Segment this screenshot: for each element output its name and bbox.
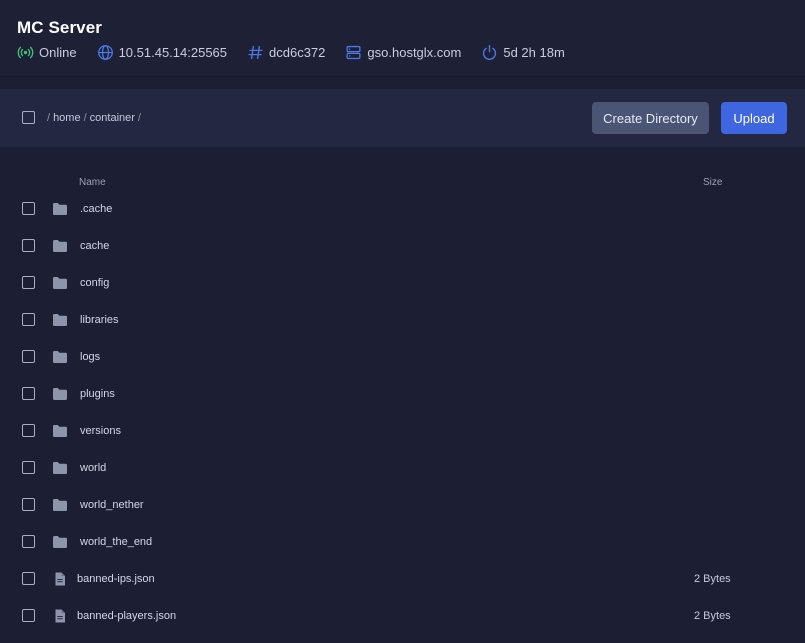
- item-name[interactable]: versions: [80, 425, 121, 437]
- globe-icon: [97, 44, 113, 60]
- row-checkbox[interactable]: [22, 424, 35, 437]
- breadcrumb-separator: /: [47, 112, 51, 124]
- server-stats: Online 10.51.45.14:25565 dcd6c372 gso.ho…: [17, 42, 585, 62]
- host-text: gso.hostglx.com: [367, 44, 462, 60]
- item-name[interactable]: plugins: [80, 388, 115, 400]
- row-checkbox[interactable]: [22, 609, 35, 622]
- folder-row[interactable]: config: [0, 264, 805, 301]
- broadcast-icon: [17, 46, 34, 58]
- folder-row[interactable]: versions: [0, 412, 805, 449]
- file-list-header: Name Size: [0, 176, 805, 190]
- status-text: Online: [39, 44, 77, 60]
- file-manager-page: MC Server Online 10.51.45.14:25565 dcd6c…: [0, 0, 805, 643]
- breadcrumb: / home / container /: [47, 112, 144, 124]
- folder-icon: [52, 313, 68, 327]
- id-text: dcd6c372: [269, 44, 326, 60]
- status-stat: Online: [17, 44, 77, 61]
- row-checkbox[interactable]: [22, 387, 35, 400]
- item-name[interactable]: world_nether: [80, 499, 144, 511]
- folder-row[interactable]: world_nether: [0, 486, 805, 523]
- address-stat: 10.51.45.14:25565: [97, 44, 227, 61]
- breadcrumb-container[interactable]: container: [90, 112, 135, 124]
- row-checkbox[interactable]: [22, 498, 35, 511]
- file-icon: [52, 572, 68, 586]
- uptime-text: 5d 2h 18m: [503, 44, 565, 60]
- id-stat: dcd6c372: [247, 44, 325, 61]
- item-name[interactable]: .cache: [80, 203, 112, 215]
- folder-row[interactable]: world_the_end: [0, 523, 805, 560]
- folder-icon: [52, 387, 68, 401]
- server-title: MC Server: [17, 18, 102, 37]
- server-icon: [346, 45, 361, 59]
- item-name[interactable]: banned-ips.json: [77, 573, 155, 585]
- row-checkbox[interactable]: [22, 313, 35, 326]
- row-checkbox[interactable]: [22, 350, 35, 363]
- column-name: Name: [79, 177, 106, 188]
- folder-icon: [52, 239, 68, 253]
- folder-icon: [52, 498, 68, 512]
- item-name[interactable]: world_the_end: [80, 536, 152, 548]
- column-size: Size: [703, 177, 723, 188]
- folder-icon: [52, 461, 68, 475]
- breadcrumb-home[interactable]: home: [53, 112, 81, 124]
- item-name[interactable]: world: [80, 462, 106, 474]
- item-name[interactable]: banned-players.json: [77, 610, 176, 622]
- create-directory-button[interactable]: Create Directory: [592, 102, 709, 134]
- file-icon: [52, 609, 68, 623]
- item-size: 2 Bytes: [694, 610, 731, 622]
- item-name[interactable]: config: [80, 277, 109, 289]
- folder-row[interactable]: .cache: [0, 190, 805, 227]
- file-row[interactable]: banned-ips.json 2 Bytes: [0, 560, 805, 597]
- item-name[interactable]: cache: [80, 240, 109, 252]
- breadcrumb-separator: /: [83, 112, 87, 124]
- folder-row[interactable]: plugins: [0, 375, 805, 412]
- item-name[interactable]: logs: [80, 351, 100, 363]
- file-row[interactable]: banned-players.json 2 Bytes: [0, 597, 805, 634]
- folder-row[interactable]: world: [0, 449, 805, 486]
- folder-icon: [52, 350, 68, 364]
- row-checkbox[interactable]: [22, 276, 35, 289]
- item-size: 2 Bytes: [694, 573, 731, 585]
- hash-icon: [248, 45, 263, 59]
- folder-icon: [52, 276, 68, 290]
- row-checkbox[interactable]: [22, 202, 35, 215]
- row-checkbox[interactable]: [22, 535, 35, 548]
- select-all-checkbox[interactable]: [22, 111, 35, 124]
- row-checkbox[interactable]: [22, 239, 35, 252]
- row-checkbox[interactable]: [22, 461, 35, 474]
- folder-icon: [52, 535, 68, 549]
- server-header: MC Server Online 10.51.45.14:25565 dcd6c…: [0, 0, 805, 77]
- host-stat: gso.hostglx.com: [345, 44, 461, 61]
- folder-row[interactable]: libraries: [0, 301, 805, 338]
- address-text: 10.51.45.14:25565: [118, 44, 228, 60]
- folder-icon: [52, 202, 68, 216]
- upload-button[interactable]: Upload: [721, 102, 787, 134]
- row-checkbox[interactable]: [22, 572, 35, 585]
- power-icon: [483, 44, 497, 60]
- item-name[interactable]: libraries: [80, 314, 119, 326]
- uptime-stat: 5d 2h 18m: [481, 44, 565, 61]
- folder-row[interactable]: logs: [0, 338, 805, 375]
- folder-icon: [52, 424, 68, 438]
- breadcrumb-separator: /: [137, 112, 141, 124]
- folder-row[interactable]: cache: [0, 227, 805, 264]
